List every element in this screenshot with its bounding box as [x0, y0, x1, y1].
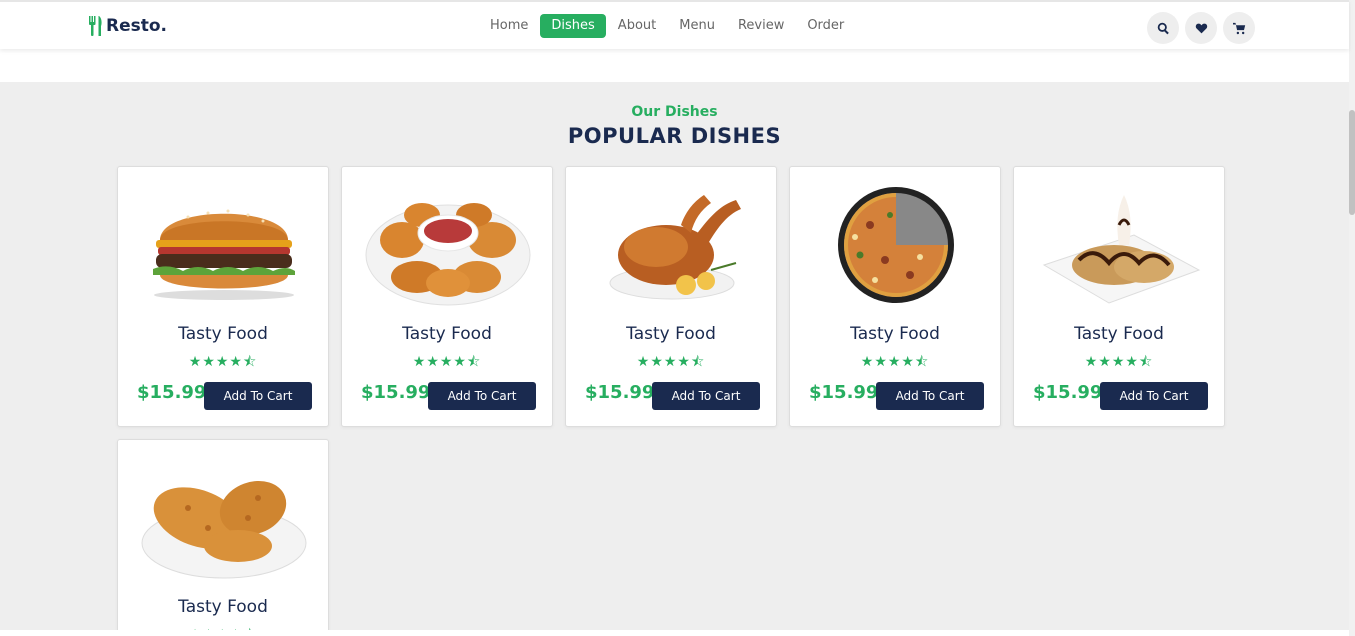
nav-menu[interactable]: Menu [668, 14, 726, 38]
dish-card: Tasty Food ★★★★⯪ [117, 439, 329, 636]
cart-icon [1232, 22, 1245, 34]
dish-name: Tasty Food [178, 597, 268, 617]
favorites-button[interactable] [1185, 12, 1217, 44]
nav-about[interactable]: About [607, 14, 667, 38]
rating-stars: ★★★★⯪ [636, 354, 706, 370]
page-bottom-edge [0, 630, 1349, 636]
dish-price: $15.99 [361, 382, 431, 403]
scrollbar-thumb[interactable] [1349, 110, 1355, 215]
search-button[interactable] [1147, 12, 1179, 44]
dish-price: $15.99 [585, 382, 655, 403]
nav-dishes[interactable]: Dishes [540, 14, 606, 38]
rating-stars: ★★★★⯪ [412, 354, 482, 370]
dish-card: Tasty Food ★★★★⯪ $15.99 Add To Cart [789, 166, 1001, 427]
dish-image-pizza [810, 185, 982, 310]
add-to-cart-button[interactable]: Add To Cart [1100, 382, 1208, 410]
header-icons [1147, 12, 1255, 44]
scrollbar[interactable] [1349, 0, 1355, 636]
dish-name: Tasty Food [1074, 324, 1164, 344]
dish-image-roast-chicken [586, 185, 758, 310]
add-to-cart-button[interactable]: Add To Cart [204, 382, 312, 410]
add-to-cart-button[interactable]: Add To Cart [652, 382, 760, 410]
rating-stars: ★★★★⯪ [860, 354, 930, 370]
dish-card: Tasty Food ★★★★⯪ $15.99 Add To Cart [1013, 166, 1225, 427]
search-icon [1157, 22, 1169, 34]
dish-image-fried-chicken [138, 458, 310, 583]
previous-section-remnant [0, 49, 1349, 82]
nav-order[interactable]: Order [796, 14, 855, 38]
section-subtitle: Our Dishes [631, 104, 718, 120]
dish-name: Tasty Food [402, 324, 492, 344]
dish-image-dessert [1034, 185, 1206, 310]
add-to-cart-button[interactable]: Add To Cart [428, 382, 536, 410]
dish-image-burger [138, 185, 310, 310]
dish-card: Tasty Food ★★★★⯪ $15.99 Add To Cart [341, 166, 553, 427]
dish-card: Tasty Food ★★★★⯪ $15.99 Add To Cart [565, 166, 777, 427]
logo[interactable]: Resto. [88, 16, 167, 36]
rating-stars: ★★★★⯪ [188, 354, 258, 370]
dish-name: Tasty Food [626, 324, 716, 344]
main-nav: Home Dishes About Menu Review Order [479, 14, 856, 38]
heart-icon [1195, 23, 1207, 33]
cart-button[interactable] [1223, 12, 1255, 44]
rating-stars: ★★★★⯪ [1084, 354, 1154, 370]
nav-home[interactable]: Home [479, 14, 539, 38]
add-to-cart-button[interactable]: Add To Cart [876, 382, 984, 410]
section-title: POPULAR DISHES [567, 124, 782, 148]
dish-image-nuggets [362, 185, 534, 310]
dish-card: Tasty Food ★★★★⯪ $15.99 Add To Cart [117, 166, 329, 427]
dish-name: Tasty Food [178, 324, 268, 344]
utensils-icon [89, 16, 102, 36]
header: Resto. Home Dishes About Menu Review Ord… [0, 0, 1349, 49]
dish-price: $15.99 [809, 382, 879, 403]
nav-review[interactable]: Review [727, 14, 795, 38]
logo-text: Resto. [106, 16, 168, 36]
dish-price: $15.99 [137, 382, 207, 403]
dish-name: Tasty Food [850, 324, 940, 344]
dish-price: $15.99 [1033, 382, 1103, 403]
